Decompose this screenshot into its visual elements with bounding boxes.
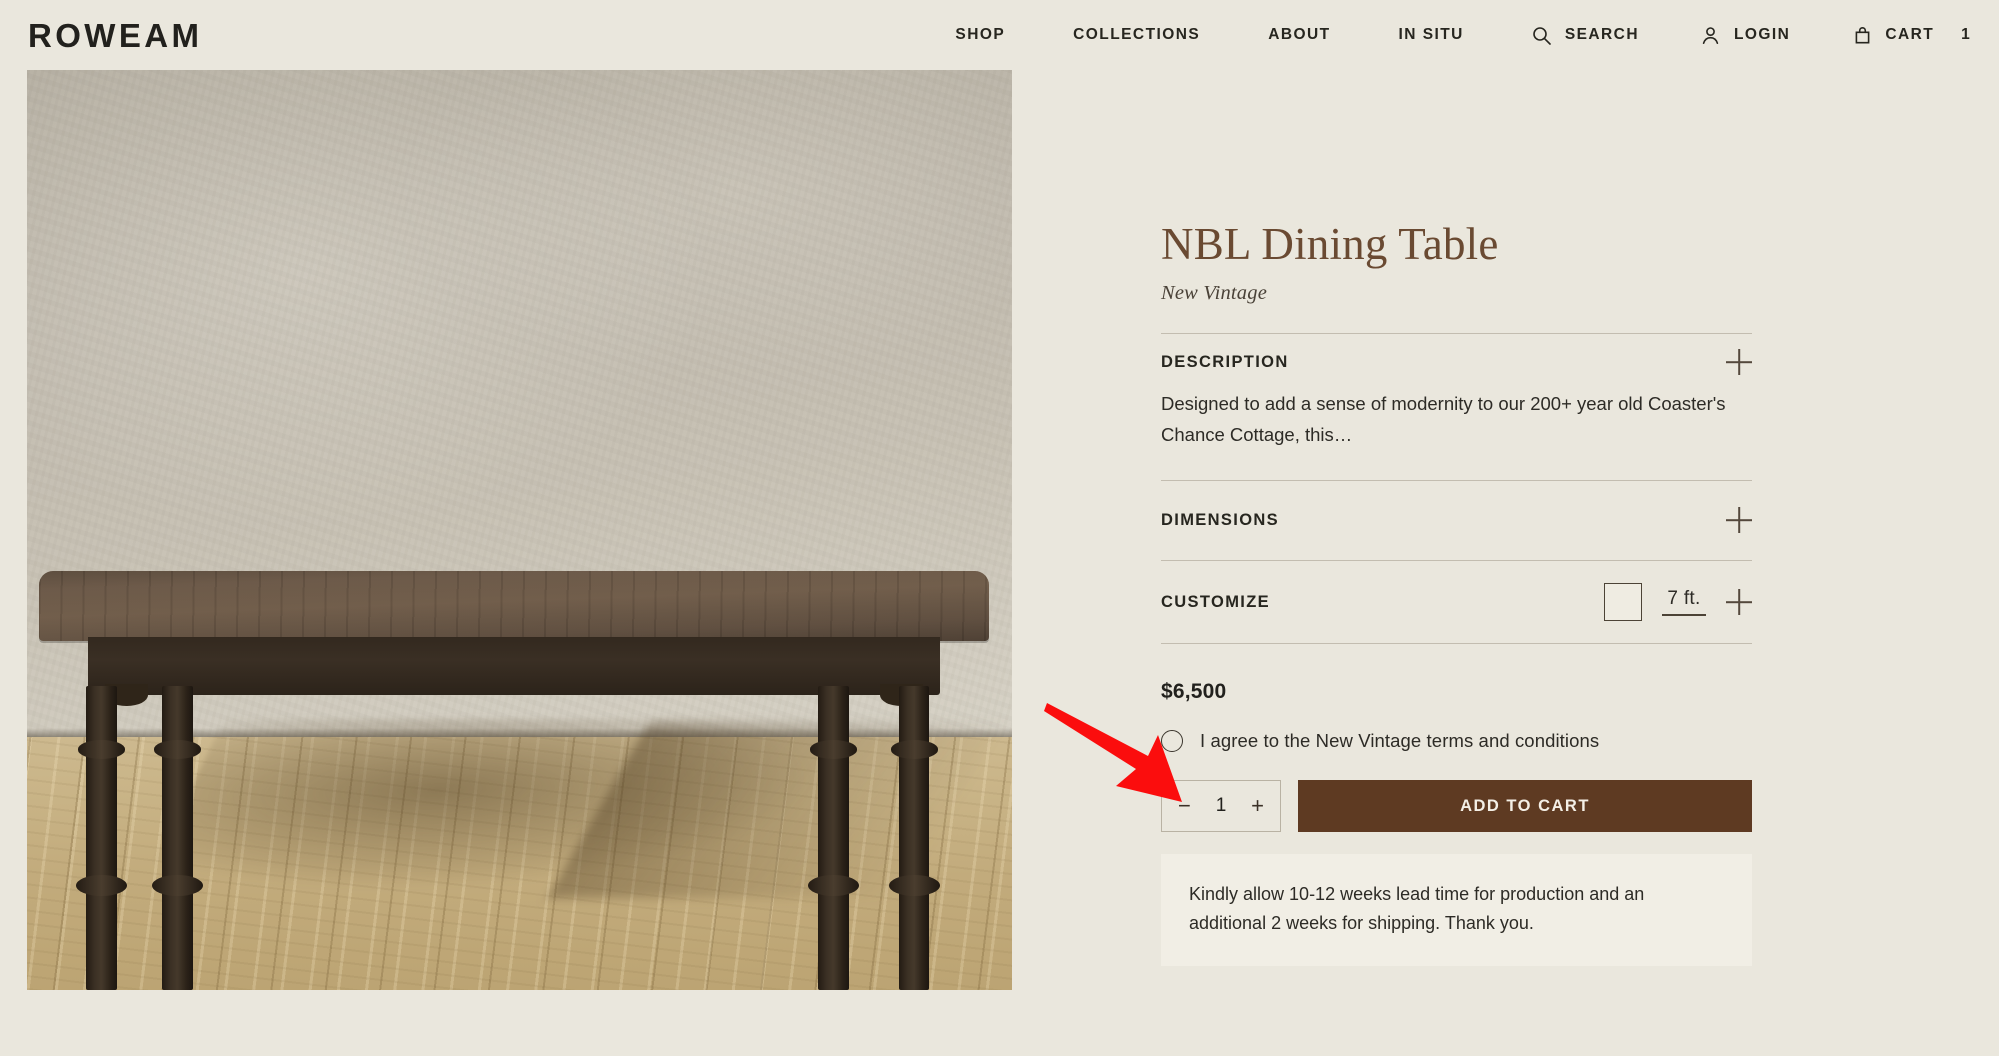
shopping-bag-icon bbox=[1852, 25, 1872, 45]
terms-checkbox[interactable] bbox=[1161, 730, 1183, 753]
accordion-description-label: DESCRIPTION bbox=[1161, 352, 1289, 371]
product-photo[interactable] bbox=[27, 70, 1012, 990]
wood-finish-swatch[interactable] bbox=[1604, 583, 1642, 622]
accordion-customize[interactable]: CUSTOMIZE 7 ft. bbox=[1161, 561, 1752, 643]
table-leg bbox=[75, 685, 128, 990]
section-dimensions: DIMENSIONS bbox=[1161, 480, 1752, 560]
nav-collections[interactable]: COLLECTIONS bbox=[1073, 20, 1200, 50]
nav-in-situ[interactable]: IN SITU bbox=[1399, 20, 1464, 50]
accordion-description[interactable]: DESCRIPTION bbox=[1161, 334, 1752, 389]
product-collection: New Vintage bbox=[1161, 282, 1268, 305]
user-icon bbox=[1701, 25, 1721, 45]
plus-icon[interactable] bbox=[1726, 349, 1752, 375]
divider bbox=[1161, 643, 1752, 645]
product-title: NBL Dining Table bbox=[1161, 219, 1499, 269]
login-button[interactable]: LOGIN bbox=[1701, 19, 1790, 51]
plus-icon[interactable] bbox=[1726, 507, 1752, 533]
size-selector[interactable]: 7 ft. bbox=[1662, 588, 1706, 617]
accordion-customize-label: CUSTOMIZE bbox=[1161, 592, 1271, 611]
table-leg bbox=[888, 685, 941, 990]
cart-count: 1 bbox=[1961, 26, 1971, 43]
search-button[interactable]: SEARCH bbox=[1532, 19, 1639, 51]
brand-logo[interactable]: ROWEAM bbox=[28, 19, 202, 52]
section-customize: CUSTOMIZE 7 ft. bbox=[1161, 560, 1752, 645]
site-header: ROWEAM SHOP COLLECTIONS ABOUT IN SITU SE… bbox=[0, 0, 1999, 70]
cart-button[interactable]: CART 1 bbox=[1852, 19, 1971, 51]
table-leg bbox=[151, 685, 204, 990]
size-selector-underline bbox=[1662, 614, 1706, 617]
quantity-value: 1 bbox=[1215, 795, 1227, 817]
search-label: SEARCH bbox=[1564, 26, 1639, 43]
table-leg bbox=[807, 685, 860, 990]
quantity-decrement-button[interactable]: − bbox=[1178, 795, 1191, 817]
accordion-dimensions-label: DIMENSIONS bbox=[1161, 510, 1280, 529]
nav-shop[interactable]: SHOP bbox=[955, 20, 1005, 50]
table-apron bbox=[88, 637, 940, 707]
nav-about[interactable]: ABOUT bbox=[1268, 20, 1330, 50]
section-description: DESCRIPTION Designed to add a sense of m… bbox=[1161, 333, 1752, 480]
product-details: NBL Dining Table New Vintage DESCRIPTION… bbox=[1012, 70, 1872, 966]
size-selector-value: 7 ft. bbox=[1667, 588, 1701, 610]
quantity-stepper[interactable]: − 1 + bbox=[1161, 780, 1281, 833]
accordion-dimensions[interactable]: DIMENSIONS bbox=[1161, 481, 1752, 560]
lead-time-notice: Kindly allow 10-12 weeks lead time for p… bbox=[1161, 854, 1752, 966]
terms-label[interactable]: I agree to the New Vintage terms and con… bbox=[1200, 730, 1599, 752]
price: $6,500 bbox=[1161, 680, 1227, 704]
login-label: LOGIN bbox=[1733, 26, 1791, 43]
product-page: NBL Dining Table New Vintage DESCRIPTION… bbox=[0, 70, 1999, 1056]
quantity-increment-button[interactable]: + bbox=[1251, 795, 1264, 817]
add-to-cart-button[interactable]: ADD TO CART bbox=[1298, 780, 1752, 833]
main-nav: SHOP COLLECTIONS ABOUT IN SITU SEARCH LO… bbox=[955, 19, 1971, 51]
search-icon bbox=[1532, 25, 1552, 45]
plus-icon[interactable] bbox=[1726, 589, 1752, 615]
table-top bbox=[38, 571, 990, 642]
dining-table-object bbox=[38, 571, 990, 990]
terms-row[interactable]: I agree to the New Vintage terms and con… bbox=[1161, 730, 1752, 753]
purchase-row: − 1 + ADD TO CART bbox=[1161, 780, 1752, 833]
product-gallery[interactable] bbox=[27, 70, 1012, 990]
cart-label: CART bbox=[1885, 26, 1935, 43]
description-body: Designed to add a sense of modernity to … bbox=[1161, 393, 1726, 445]
